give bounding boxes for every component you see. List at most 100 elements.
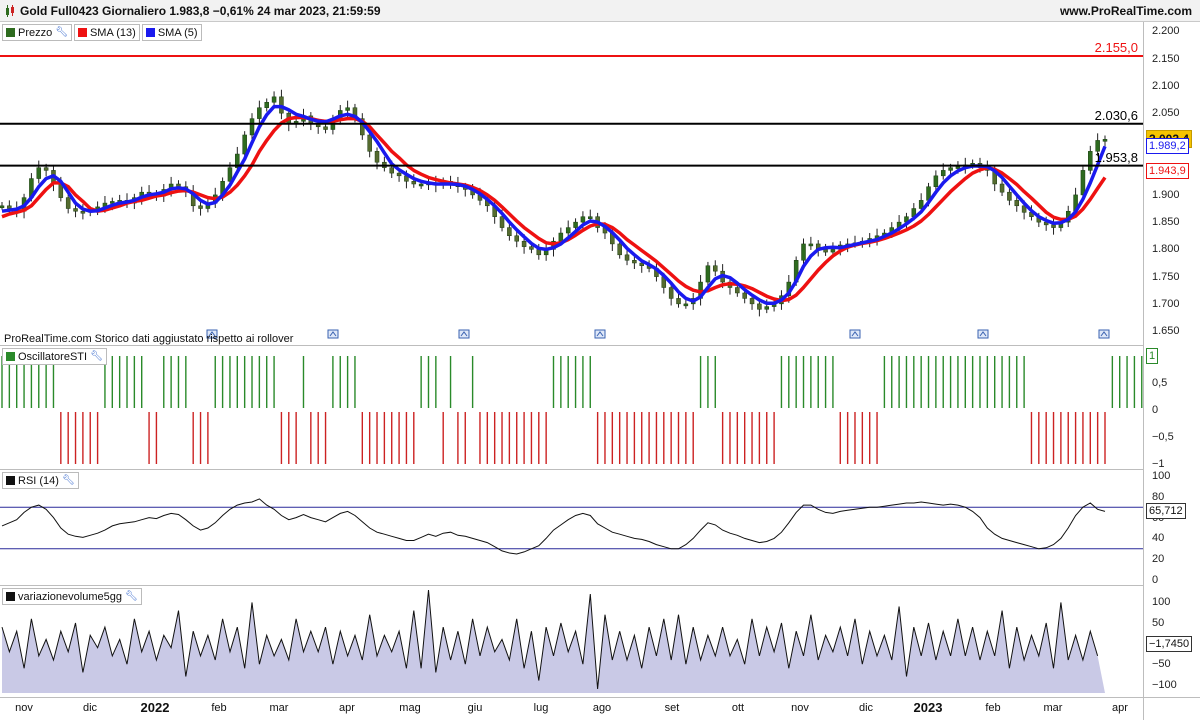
site-link[interactable]: www.ProRealTime.com <box>1060 4 1192 18</box>
price-bar <box>367 134 372 152</box>
time-axis-label: feb <box>211 702 227 714</box>
time-axis-label: ott <box>731 702 745 714</box>
price-bar <box>624 254 630 261</box>
legend-prezzo[interactable]: Prezzo 🔧︎ <box>2 24 72 41</box>
rsi-y-axis[interactable]: 10080604020065,712 <box>1143 470 1200 586</box>
price-y-tick: 2.150 <box>1152 52 1180 65</box>
price-bar <box>389 167 394 174</box>
price-bar <box>999 183 1005 193</box>
price-bar <box>65 197 71 209</box>
price-bar <box>955 166 961 169</box>
rollover-marker-icon <box>458 329 470 339</box>
price-y-tick: 1.650 <box>1152 325 1180 338</box>
level-label: 1.953,8 <box>1094 149 1138 165</box>
price-bar <box>257 107 262 119</box>
price-bar <box>0 205 5 209</box>
sti-y-axis[interactable]: 0,5 0 −0,5 −1 1 <box>1143 346 1200 470</box>
price-bar <box>940 170 946 177</box>
wrench-icon[interactable]: 🔧︎ <box>125 591 138 602</box>
legend-rsi[interactable]: RSI (14) 🔧︎ <box>2 472 79 489</box>
sti-y-tick: −0,5 <box>1152 431 1174 443</box>
wrench-icon[interactable]: 🔧︎ <box>62 475 75 486</box>
legend-sma5[interactable]: SMA (5) <box>141 24 202 41</box>
rsi-chart-svg <box>0 498 1143 555</box>
price-bar <box>323 126 328 130</box>
legend-label-prezzo: Prezzo <box>18 26 53 39</box>
volume-panel[interactable]: variazionevolume5gg 🔧︎ <box>0 586 1143 697</box>
time-axis[interactable]: nov dic 2022 feb mar apr mag giu lug ago set ott nov… <box>0 697 1143 720</box>
price-bar <box>749 298 755 305</box>
price-bar <box>933 175 939 187</box>
price-bar <box>801 243 806 261</box>
rollover-marker-icon <box>594 329 606 339</box>
sti-y-tick: 0 <box>1152 404 1159 416</box>
price-y-tick: 1.800 <box>1152 243 1180 256</box>
rollover-marker-icon <box>327 329 339 339</box>
price-bar <box>617 243 622 256</box>
volume-y-axis[interactable]: 100500−50−100−1,7450 <box>1143 586 1200 697</box>
price-y-tick: 1.850 <box>1152 216 1180 229</box>
sma5-price-tag: 1.989,2 <box>1146 138 1189 155</box>
volume-y-tick: −100 <box>1152 678 1177 691</box>
sma13-line <box>1 115 1107 303</box>
sti-y-tick: 0,5 <box>1152 377 1168 389</box>
legend-swatch-sma5 <box>145 28 155 37</box>
price-panel[interactable]: Prezzo 🔧︎ SMA (13) SMA (5) ProRealTime.c… <box>0 22 1143 346</box>
price-bar <box>514 235 519 242</box>
price-y-tick: 1.900 <box>1152 188 1180 201</box>
legend-swatch-sma13 <box>77 28 87 37</box>
legend-volume[interactable]: variazionevolume5gg 🔧︎ <box>2 588 142 605</box>
wrench-icon[interactable]: 🔧︎ <box>90 351 103 362</box>
price-y-axis[interactable]: 2.2002.1502.1002.0502.0001.9501.9001.850… <box>1143 22 1200 346</box>
price-bar <box>249 118 255 136</box>
legend-swatch-rsi <box>6 476 15 485</box>
price-y-tick: 2.100 <box>1152 79 1180 92</box>
legend-label-rsi: RSI (14) <box>18 474 59 487</box>
volume-y-tick: 50 <box>1152 616 1165 629</box>
time-axis-label: dic <box>858 702 874 714</box>
wrench-icon[interactable]: 🔧︎ <box>55 27 68 38</box>
legend-label-sma5: SMA (5) <box>157 26 198 39</box>
price-bar <box>683 303 689 307</box>
price-bar <box>1051 224 1056 228</box>
candlestick-icon <box>6 5 14 17</box>
rsi-y-tick: 0 <box>1152 574 1159 586</box>
price-chart-svg <box>0 54 1143 339</box>
time-axis-label: apr <box>1112 702 1128 714</box>
volume-y-tick: 100 <box>1152 596 1171 609</box>
rsi-y-tick: 20 <box>1152 553 1165 566</box>
price-y-tick: 2.050 <box>1152 107 1180 120</box>
price-y-tick: 1.700 <box>1152 297 1180 310</box>
legend-sti[interactable]: OscillatoreSTI 🔧︎ <box>2 348 107 365</box>
title-bar: Gold Full0423 Giornaliero 1.983,8 −0,61%… <box>0 0 1200 22</box>
price-bar <box>948 167 953 171</box>
sti-panel[interactable]: OscillatoreSTI 🔧︎ <box>0 346 1143 470</box>
price-bar <box>705 265 711 283</box>
rsi-current-tag: 65,712 <box>1146 503 1186 520</box>
price-bar <box>1102 139 1108 142</box>
time-axis-label: apr <box>339 702 355 714</box>
rsi-panel[interactable]: RSI (14) 🔧︎ <box>0 470 1143 586</box>
price-bar <box>396 172 402 177</box>
trading-chart-window: Gold Full0423 Giornaliero 1.983,8 −0,61%… <box>0 0 1200 720</box>
price-bar <box>676 298 681 305</box>
price-bar <box>1080 170 1086 196</box>
legend-label-volume: variazionevolume5gg <box>18 590 122 603</box>
level-label: 2.030,6 <box>1094 107 1138 123</box>
chart-title: Gold Full0423 Giornaliero 1.983,8 −0,61%… <box>20 4 381 18</box>
price-bar <box>374 151 380 163</box>
price-bar <box>573 221 578 228</box>
legend-sma13[interactable]: SMA (13) <box>73 24 140 41</box>
price-bar <box>580 216 586 223</box>
rollover-note: ProRealTime.com Storico dati aggiustato … <box>4 333 294 345</box>
price-bar <box>1014 200 1020 207</box>
sti-y-tick: −1 <box>1152 458 1165 470</box>
legend-label-sma13: SMA (13) <box>89 26 136 39</box>
price-bar <box>43 167 49 171</box>
legend-swatch-sti <box>6 352 15 361</box>
rsi-y-tick: 100 <box>1152 470 1171 482</box>
price-bar <box>735 287 740 294</box>
time-axis-label: set <box>664 702 680 714</box>
time-axis-label: mar <box>269 702 289 714</box>
sti-legend: OscillatoreSTI 🔧︎ <box>2 348 107 365</box>
